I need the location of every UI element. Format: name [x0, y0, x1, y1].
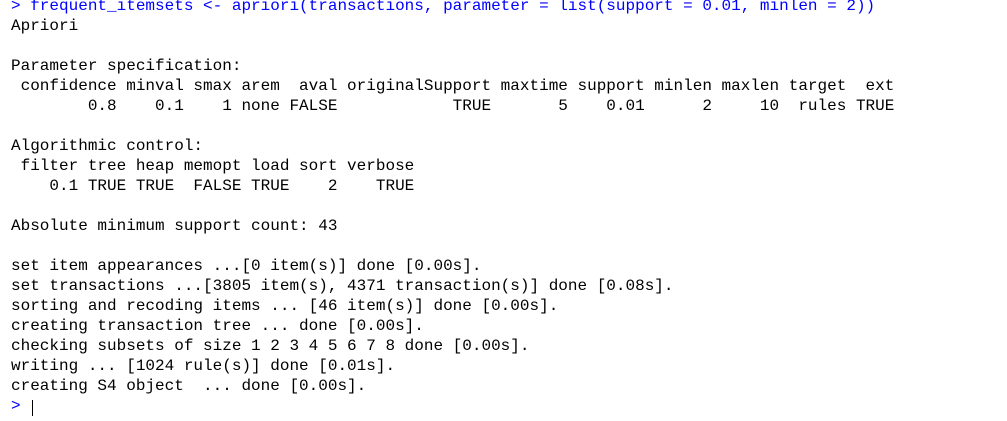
- output-line: set transactions ...[3805 item(s), 4371 …: [11, 277, 674, 295]
- output-line: creating S4 object ... done [0.00s].: [11, 377, 367, 395]
- output-line: Apriori: [11, 17, 79, 35]
- r-console[interactable]: > frequent_itemsets <- apriori(transacti…: [0, 0, 1007, 421]
- output-line: Absolute minimum support count: 43: [11, 217, 338, 235]
- output-line: 0.8 0.1 1 none FALSE TRUE 5 0.01 2 10 ru…: [11, 97, 895, 115]
- output-line: filter tree heap memopt load sort verbos…: [11, 157, 415, 175]
- command-line: > frequent_itemsets <- apriori(transacti…: [11, 0, 876, 15]
- output-line: 0.1 TRUE TRUE FALSE TRUE 2 TRUE: [11, 177, 415, 195]
- output-line: Algorithmic control:: [11, 137, 204, 155]
- output-line: set item appearances ...[0 item(s)] done…: [11, 257, 482, 275]
- output-line: confidence minval smax arem aval origina…: [11, 77, 895, 95]
- text-cursor[interactable]: [32, 400, 33, 416]
- output-line: writing ... [1024 rule(s)] done [0.01s].: [11, 357, 396, 375]
- output-line: checking subsets of size 1 2 3 4 5 6 7 8…: [11, 337, 530, 355]
- output-line: creating transaction tree ... done [0.00…: [11, 317, 424, 335]
- console-prompt: >: [11, 397, 31, 415]
- output-line: sorting and recoding items ... [46 item(…: [11, 297, 559, 315]
- output-line: Parameter specification:: [11, 57, 242, 75]
